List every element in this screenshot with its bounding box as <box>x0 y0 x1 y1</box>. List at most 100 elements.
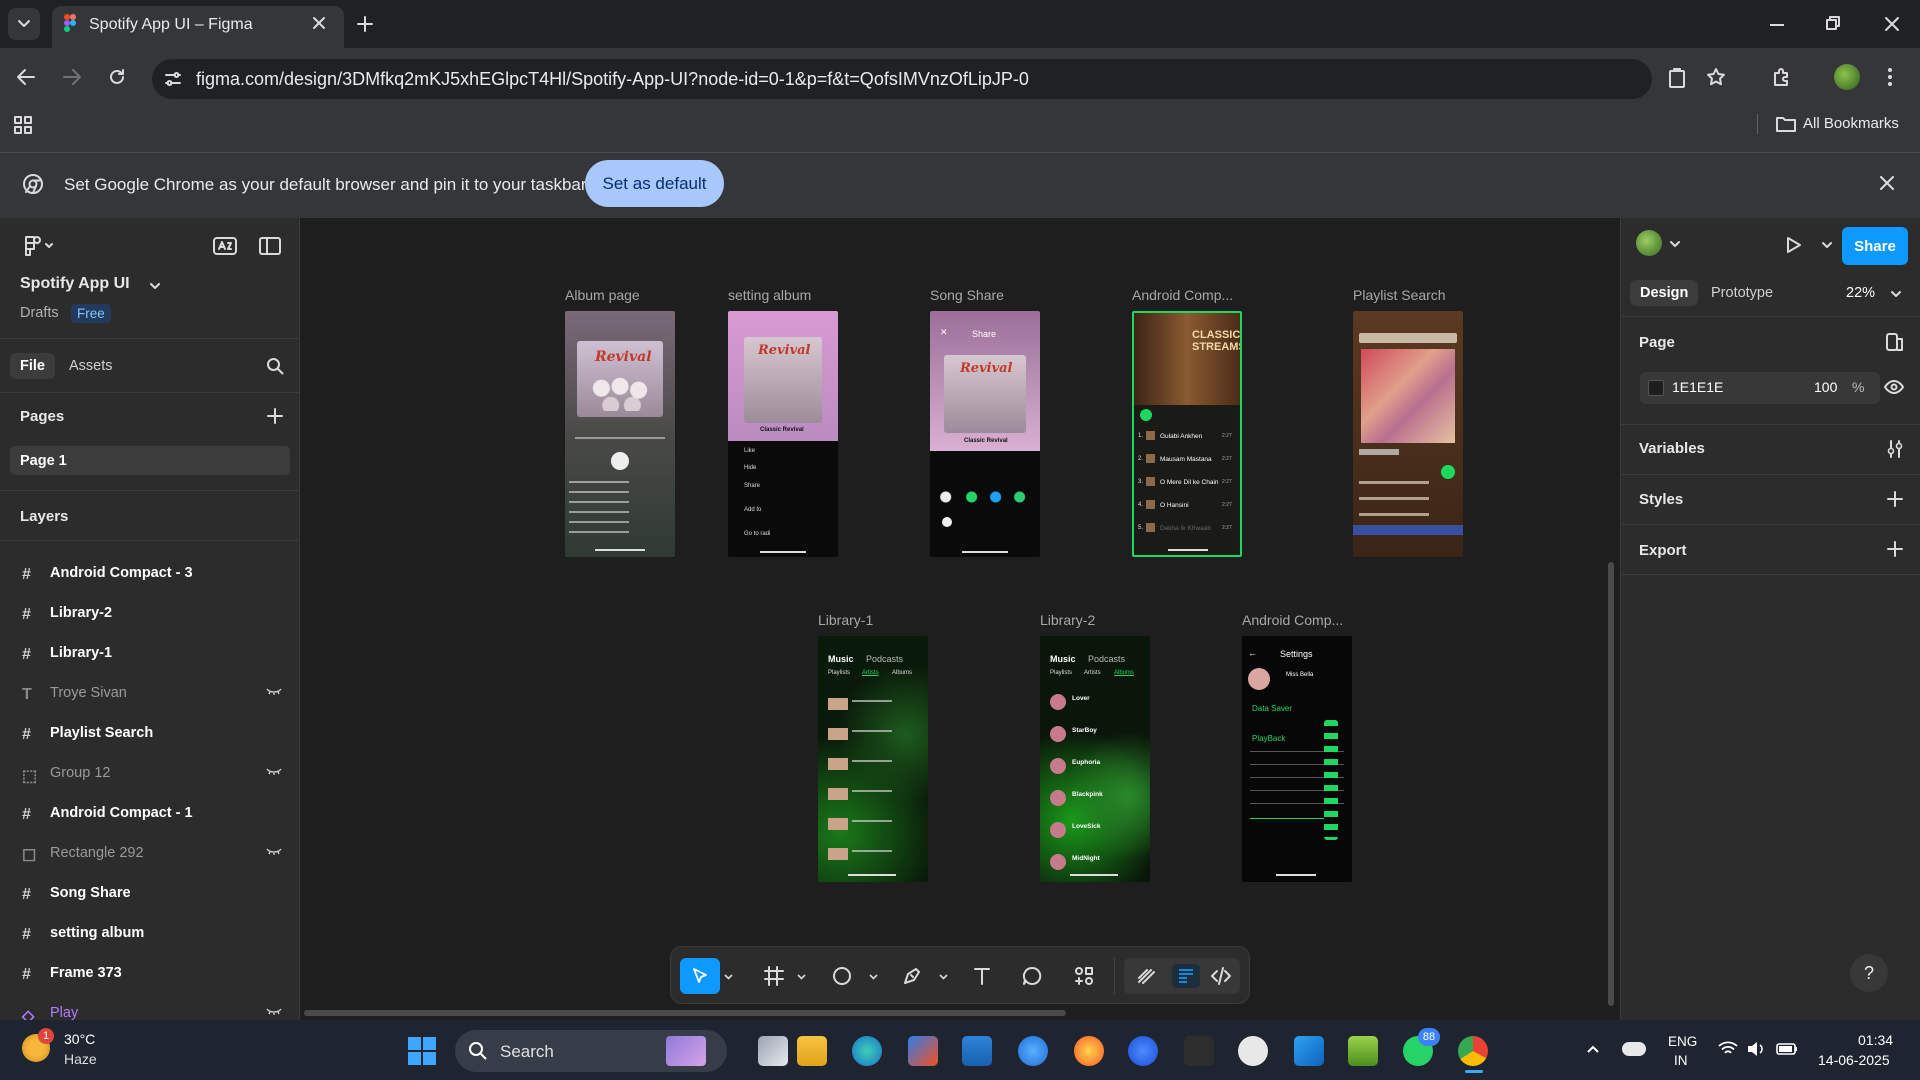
progress-bar[interactable] <box>575 437 665 439</box>
layer-row[interactable]: # Android Compact - 1 <box>0 794 300 834</box>
layer-row[interactable]: ☐ Rectangle 292 <box>0 834 300 874</box>
dev-mode-icon[interactable] <box>1210 966 1232 986</box>
reload-icon[interactable] <box>108 68 126 86</box>
onedrive-icon[interactable] <box>1622 1042 1646 1056</box>
frame-label[interactable]: Library-1 <box>818 612 873 628</box>
forward-icon[interactable] <box>62 68 82 86</box>
mybsnl-icon[interactable] <box>962 1036 992 1066</box>
present-play-icon[interactable] <box>1786 236 1802 254</box>
horizontal-scrollbar[interactable] <box>304 1010 1066 1016</box>
wifi-icon[interactable] <box>1718 1041 1738 1057</box>
vertical-scrollbar[interactable] <box>1608 562 1614 1006</box>
file-explorer-icon[interactable] <box>797 1036 827 1066</box>
notepad-icon[interactable] <box>1348 1036 1378 1066</box>
add-page-icon[interactable] <box>267 408 283 424</box>
bookmark-star-icon[interactable] <box>1706 67 1726 87</box>
layer-row[interactable]: # setting album <box>0 914 300 954</box>
library-podcasts-tab[interactable]: Podcasts <box>866 654 903 664</box>
library-podcasts-tab[interactable]: Podcasts <box>1088 654 1125 664</box>
lang-secondary[interactable]: IN <box>1674 1053 1688 1068</box>
microsoft-store-icon[interactable] <box>908 1036 938 1066</box>
play-button[interactable] <box>1140 409 1152 421</box>
frame-playlist-search[interactable] <box>1353 311 1463 557</box>
share-button[interactable]: Share <box>1842 227 1908 265</box>
track-title[interactable]: O Hansini <box>1160 502 1189 509</box>
file-tab[interactable]: File <box>10 353 55 379</box>
frame-android-compact-3[interactable]: ← Settings Miss Bella Data Saver PlayBac… <box>1242 636 1352 882</box>
chrome-icon[interactable] <box>1458 1036 1488 1066</box>
profile-avatar[interactable] <box>1834 64 1860 90</box>
chevron-down-icon[interactable] <box>869 973 878 980</box>
library-music-tab[interactable]: Music <box>1050 654 1076 664</box>
chevron-down-icon[interactable] <box>724 973 733 980</box>
clock-date[interactable]: 14-06-2025 <box>1818 1052 1890 1068</box>
track-title[interactable]: Mausam Mastana <box>1160 456 1212 463</box>
set-as-default-button[interactable]: Set as default <box>585 160 724 207</box>
ellipse-tool[interactable] <box>832 966 852 986</box>
album-title[interactable]: MidNight <box>1072 855 1100 862</box>
frame-label[interactable]: Album page <box>565 287 640 303</box>
hidden-eye-icon[interactable] <box>266 767 282 775</box>
extensions-icon[interactable] <box>1772 67 1792 87</box>
frame-song-share[interactable]: ✕ Share Revival Classic Revival <box>930 311 1040 557</box>
minimize-icon[interactable] <box>1770 24 1784 26</box>
frame-setting-album[interactable]: Revival Classic Revival Like Hide Share … <box>728 311 838 557</box>
menu-like[interactable]: Like <box>744 448 755 454</box>
frame-label[interactable]: setting album <box>728 287 811 303</box>
menu-share[interactable]: Share <box>744 483 760 489</box>
album-title[interactable]: Euphoria <box>1072 759 1100 766</box>
lang-primary[interactable]: ENG <box>1668 1034 1697 1049</box>
track-title[interactable]: O Mere Dil ke Chain <box>1160 479 1219 486</box>
page-color-swatch[interactable] <box>1648 380 1664 396</box>
layer-row[interactable]: ⬚ Group 12 <box>0 754 300 794</box>
layer-row[interactable]: # Library-1 <box>0 634 300 674</box>
lib-tab-artists[interactable]: Artists <box>1084 670 1101 676</box>
clipboard-icon[interactable] <box>1668 68 1686 88</box>
file-name[interactable]: Spotify App UI <box>20 275 130 293</box>
close-icon[interactable]: ✕ <box>940 327 948 338</box>
frame-label[interactable]: Song Share <box>930 287 1004 303</box>
add-export-icon[interactable] <box>1887 541 1903 557</box>
menu-add[interactable]: Add to <box>744 507 761 513</box>
edge-icon[interactable] <box>852 1036 882 1066</box>
clock-time[interactable]: 01:34 <box>1858 1032 1893 1048</box>
draw-icon[interactable] <box>1136 966 1156 986</box>
album-title[interactable]: Blackpink <box>1072 791 1103 798</box>
play-pause-button[interactable] <box>611 452 629 470</box>
frame-label[interactable]: Library-2 <box>1040 612 1095 628</box>
frame-android-compact-1[interactable]: CLASSIC STREAMS 1. Gulabi Ankhen 2:27 2. Mau… <box>1132 311 1242 557</box>
hidden-eye-icon[interactable] <box>266 687 282 695</box>
search-icon[interactable] <box>266 357 284 375</box>
library-music-tab[interactable]: Music <box>828 654 854 664</box>
close-infobar-icon[interactable] <box>1880 176 1894 190</box>
text-tool[interactable] <box>972 966 992 986</box>
visibility-eye-icon[interactable] <box>1884 380 1904 394</box>
frame-library-2[interactable]: Music Podcasts Playlists Artists Albums … <box>1040 636 1150 882</box>
restore-icon[interactable] <box>1826 16 1840 30</box>
zoom-level[interactable]: 22% <box>1846 285 1875 301</box>
firefox-icon[interactable] <box>1074 1036 1104 1066</box>
page-color-value[interactable]: 1E1E1E <box>1672 379 1723 395</box>
page-opacity-value[interactable]: 100 <box>1814 379 1837 395</box>
comment-tool[interactable] <box>1022 966 1042 986</box>
chevron-down-icon[interactable] <box>1822 241 1832 249</box>
crossfade-slider[interactable] <box>1250 818 1324 819</box>
move-tool[interactable] <box>680 958 720 994</box>
back-icon[interactable] <box>16 68 36 86</box>
frame-label[interactable]: Playlist Search <box>1353 287 1446 303</box>
task-view-icon[interactable] <box>758 1036 788 1066</box>
chevron-down-icon[interactable] <box>939 973 948 980</box>
chevron-down-icon[interactable] <box>797 973 806 980</box>
track-title[interactable]: Dekha Ik Khwaab <box>1160 525 1211 532</box>
volume-icon[interactable] <box>1746 1041 1766 1057</box>
hidden-eye-icon[interactable] <box>266 847 282 855</box>
sidebar-toggle-icon[interactable] <box>259 237 281 255</box>
tab-search-button[interactable] <box>8 8 40 40</box>
battery-icon[interactable] <box>1776 1042 1798 1056</box>
album-title[interactable]: LoveSick <box>1072 823 1101 830</box>
add-style-icon[interactable] <box>1887 491 1903 507</box>
site-info-icon[interactable] <box>164 70 182 88</box>
help-app-icon[interactable] <box>1018 1036 1048 1066</box>
play-button[interactable] <box>1441 465 1455 479</box>
app-a-icon[interactable] <box>1128 1036 1158 1066</box>
